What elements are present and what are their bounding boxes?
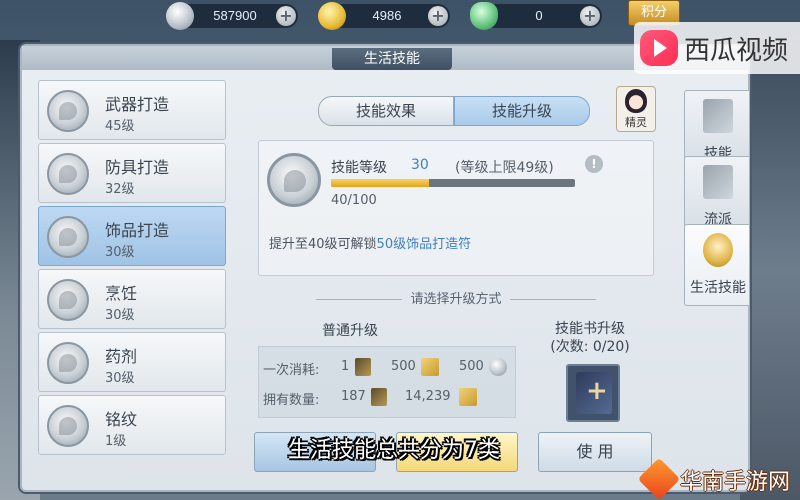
- book-upgrade-label: 技能书升级: [555, 321, 625, 337]
- watermark-xigua: 西瓜视频: [634, 22, 800, 74]
- tab-skill-upgrade[interactable]: 技能升级: [454, 96, 590, 126]
- gold-amount: 4986: [372, 8, 402, 23]
- side-tab-label: 生活技能: [690, 280, 746, 296]
- own-book-amount: 187: [341, 389, 366, 404]
- skill-book-icon: [371, 388, 387, 406]
- add-silver-button[interactable]: +: [276, 6, 296, 26]
- use-button[interactable]: 使 用: [538, 432, 652, 472]
- skill-book-icon: [355, 358, 371, 376]
- skill-level: 45级: [105, 119, 135, 134]
- accessory-forging-icon: [267, 153, 321, 207]
- unlock-hint: 提升至40级可解锁50级饰品打造符: [269, 233, 471, 252]
- skill-name: 武器打造: [105, 95, 170, 114]
- scroll-icon: [703, 165, 733, 199]
- level-value: 30: [411, 157, 429, 173]
- silver-coin-icon: [166, 2, 194, 30]
- tab-skill-effect[interactable]: 技能效果: [318, 96, 454, 126]
- level-label: 技能等级: [331, 160, 387, 176]
- scroll-icon: [703, 99, 733, 133]
- accessory-forging-icon: [47, 216, 89, 258]
- divider-label: 请选择升级方式: [410, 292, 502, 307]
- skill-item-cooking[interactable]: 烹饪 30级: [38, 269, 226, 329]
- own-label: 拥有数量:: [263, 393, 320, 408]
- normal-upgrade-title: 普通升级: [322, 323, 378, 339]
- skill-book-slot[interactable]: [566, 364, 620, 422]
- watermark-text: 华南手游网: [680, 470, 791, 495]
- skill-level: 30级: [105, 371, 135, 386]
- watermark-text: 西瓜视频: [684, 36, 789, 66]
- jade-icon: [470, 2, 498, 30]
- skill-name: 药剂: [105, 347, 138, 366]
- info-icon[interactable]: !: [585, 155, 603, 173]
- skill-name: 防具打造: [105, 158, 170, 177]
- currency-jade: 0 +: [470, 2, 602, 30]
- tab-bar: 技能效果 技能升级: [318, 96, 590, 126]
- skill-name: 烹饪: [105, 284, 138, 303]
- skill-level-box: 技能等级 30 (等级上限49级) ! 40/100 提升至40级可解锁50级饰…: [258, 140, 654, 276]
- silver-coin-icon: [489, 358, 507, 376]
- exp-progress-bar: [331, 179, 575, 187]
- skill-book-item-icon: [576, 372, 612, 414]
- banknote-icon: [459, 388, 477, 406]
- skill-item-inscription[interactable]: 铭纹 1级: [38, 395, 226, 455]
- cost-book-amount: 1: [341, 359, 350, 374]
- upgrade-method-divider: 请选择升级方式: [258, 288, 654, 307]
- cost-coin-amount: 500: [459, 359, 484, 374]
- potion-icon: [47, 342, 89, 384]
- skill-level: 1级: [105, 434, 127, 449]
- skill-level: 30级: [105, 245, 135, 260]
- currency-silver: 587900 +: [166, 2, 298, 30]
- skill-name: 饰品打造: [105, 221, 170, 240]
- skill-name: 铭纹: [105, 410, 138, 429]
- armor-forging-icon: [47, 153, 89, 195]
- book-upgrade-title: 技能书升级 (次数: 0/20): [542, 320, 638, 356]
- cost-note-amount: 500: [391, 359, 416, 374]
- panel-title: 生活技能: [332, 48, 452, 70]
- normal-upgrade-box: 一次消耗: 1 500 500 拥有数量: 187 14,239: [258, 346, 516, 418]
- skill-item-accessory[interactable]: 饰品打造 30级: [38, 206, 226, 266]
- level-cap: (等级上限49级): [455, 160, 554, 176]
- weapon-forging-icon: [47, 90, 89, 132]
- life-skills-panel: 生活技能 武器打造 45级 防具打造 32级 饰品打造 30级 烹饪 30级 药…: [20, 44, 750, 492]
- gold-bowl-icon: [703, 233, 733, 267]
- cooking-pot-icon: [47, 279, 89, 321]
- banknote-icon: [421, 358, 439, 376]
- spirit-avatar-button[interactable]: 精灵: [616, 86, 656, 132]
- play-logo-icon: [640, 30, 678, 66]
- cost-label: 一次消耗:: [263, 363, 320, 378]
- watermark-huanan: 华南手游网: [637, 457, 800, 500]
- inscription-icon: [47, 405, 89, 447]
- skill-item-potion[interactable]: 药剂 30级: [38, 332, 226, 392]
- side-tab-life-skills[interactable]: 生活技能: [684, 224, 750, 306]
- skill-item-weapon[interactable]: 武器打造 45级: [38, 80, 226, 140]
- video-caption: 生活技能总共分为7类: [288, 438, 500, 463]
- book-upgrade-count: (次数: 0/20): [550, 339, 630, 355]
- site-logo-icon: [637, 457, 681, 500]
- currency-gold: 4986 +: [318, 2, 450, 30]
- unlock-prefix: 提升至40级可解锁: [269, 237, 377, 252]
- skill-level: 32级: [105, 182, 135, 197]
- progress-text: 40/100: [331, 193, 377, 208]
- silver-amount: 587900: [213, 8, 257, 23]
- own-note-amount: 14,239: [405, 389, 451, 404]
- gold-ingot-icon: [318, 2, 346, 30]
- skill-item-armor[interactable]: 防具打造 32级: [38, 143, 226, 203]
- jade-amount: 0: [535, 8, 543, 23]
- unlock-highlight: 50级饰品打造符: [376, 237, 472, 252]
- add-gold-button[interactable]: +: [428, 6, 448, 26]
- spirit-label: 精灵: [625, 116, 647, 129]
- exp-progress-fill: [331, 179, 429, 187]
- skill-level: 30级: [105, 308, 135, 323]
- spirit-portrait-icon: [625, 89, 647, 113]
- add-jade-button[interactable]: +: [580, 6, 600, 26]
